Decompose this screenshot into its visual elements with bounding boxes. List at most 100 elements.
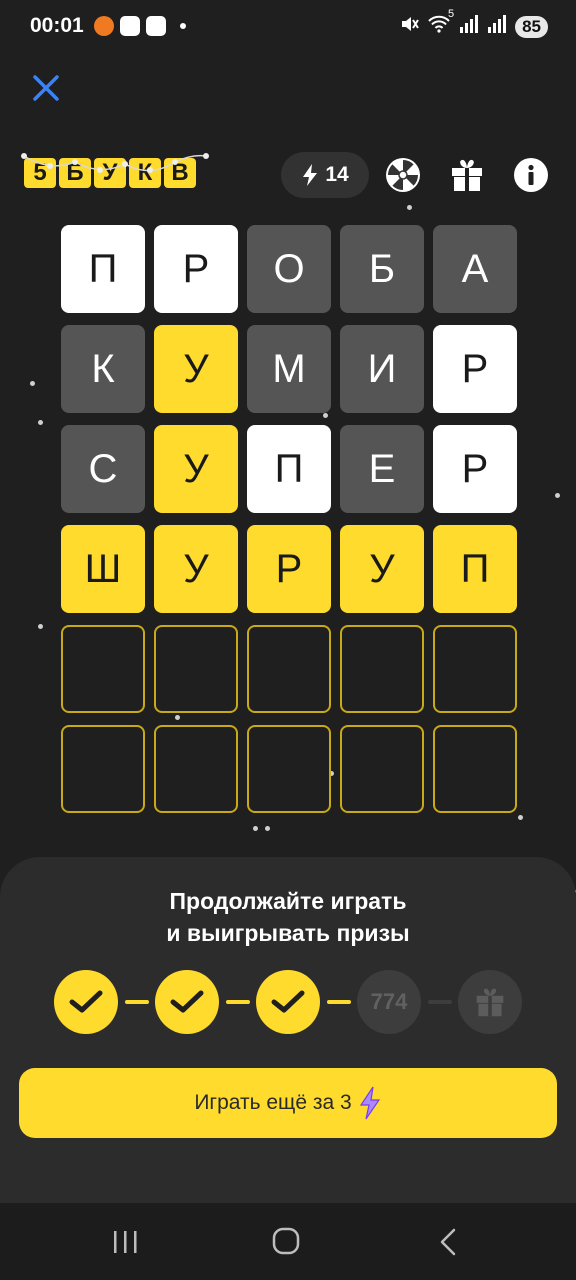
snowflake-decoration [555,493,560,498]
status-notification-icons [94,16,186,36]
letter-tile: И [340,325,424,413]
status-indicators: 5 85 [399,8,548,39]
empty-tile [154,725,238,813]
play-again-label: Играть ещё за 3 [194,1091,352,1114]
empty-tile [61,625,145,713]
info-icon [514,158,548,192]
game-logo: 5 Б У К В [24,158,196,188]
letter-tile: К [61,325,145,413]
continue-sheet: Продолжайте играть и выигрывать призы 77… [0,857,576,1203]
logo-letter: 5 [24,158,56,188]
letter-tile: Е [340,425,424,513]
network-type-label: 5 [447,8,455,20]
snowflake-decoration [38,420,43,425]
prize-progress: 774 [54,970,524,1036]
logo-letter: У [94,158,126,188]
check-icon [69,990,103,1013]
app-notification-icon [146,16,166,36]
signal-icon [459,15,479,38]
letter-tile: П [247,425,331,513]
progress-step-done [155,970,219,1034]
progress-connector [125,1000,149,1004]
letter-tile: П [61,225,145,313]
empty-tile [61,725,145,813]
gift-icon [476,988,504,1017]
letter-tile: У [154,425,238,513]
check-icon [170,990,204,1013]
snowflake-decoration [38,624,43,629]
snowflake-decoration [253,826,258,831]
sheet-title-line: и выигрывать призы [166,920,410,946]
progress-step-value: 774 [370,989,408,1014]
progress-connector [226,1000,250,1004]
gift-button[interactable] [449,157,485,193]
play-again-button[interactable]: Играть ещё за 3 [19,1068,557,1138]
dot-icon [180,23,186,29]
empty-tile [247,725,331,813]
snowflake-decoration [407,205,412,210]
snowflake-decoration [30,381,35,386]
back-button[interactable] [428,1225,468,1259]
wifi-icon: 5 [427,8,454,39]
snowflake-decoration [518,815,523,820]
close-icon [33,75,59,101]
game-screen: 00:01 5 85 5 Б У К В 14 П Р О Б А К У М … [0,0,576,1280]
letter-tile: Р [433,425,517,513]
progress-connector [428,1000,452,1004]
word-grid: ПРОБАКУМИРСУПЕРШУРУП [61,225,517,813]
info-button[interactable] [513,157,549,193]
letter-tile: У [340,525,424,613]
app-notification-icon [120,16,140,36]
recent-apps-icon [114,1231,137,1253]
lightning-icon [303,164,318,186]
progress-step-done [54,970,118,1034]
fortune-wheel-button[interactable] [385,157,421,193]
fortune-wheel-icon [386,158,420,192]
progress-connector [327,1000,351,1004]
empty-tile [433,625,517,713]
empty-tile [340,625,424,713]
gift-icon [452,159,482,191]
letter-tile: Ш [61,525,145,613]
letter-tile: Р [247,525,331,613]
home-icon [272,1227,300,1255]
mute-icon [399,14,419,39]
logo-letter: Б [59,158,91,188]
status-bar: 00:01 5 85 [0,0,576,54]
recent-apps-button[interactable] [105,1225,145,1259]
empty-tile [340,725,424,813]
empty-tile [433,725,517,813]
progress-step-reward [458,970,522,1034]
sheet-title: Продолжайте играть и выигрывать призы [0,885,576,949]
letter-tile: С [61,425,145,513]
system-nav-bar [0,1203,576,1280]
battery-level: 85 [515,15,548,38]
letter-tile: П [433,525,517,613]
energy-counter[interactable]: 14 [281,152,369,198]
app-notification-icon [94,16,114,36]
letter-tile: У [154,325,238,413]
logo-letter: В [164,158,196,188]
progress-step-pending: 774 [357,970,421,1034]
letter-tile: О [247,225,331,313]
back-icon [440,1228,456,1256]
lightning-icon [359,1086,380,1120]
letter-tile: М [247,325,331,413]
progress-step-done [256,970,320,1034]
signal-icon [487,15,507,38]
empty-tile [154,625,238,713]
check-icon [271,990,305,1013]
energy-count: 14 [325,163,349,186]
snowflake-decoration [265,826,270,831]
sheet-title-line: Продолжайте играть [169,888,407,914]
letter-tile: А [433,225,517,313]
home-button[interactable] [266,1225,306,1259]
letter-tile: Р [154,225,238,313]
empty-tile [247,625,331,713]
letter-tile: У [154,525,238,613]
letter-tile: Р [433,325,517,413]
close-button[interactable] [26,68,66,108]
logo-letter: К [129,158,161,188]
letter-tile: Б [340,225,424,313]
status-time: 00:01 [30,14,84,37]
